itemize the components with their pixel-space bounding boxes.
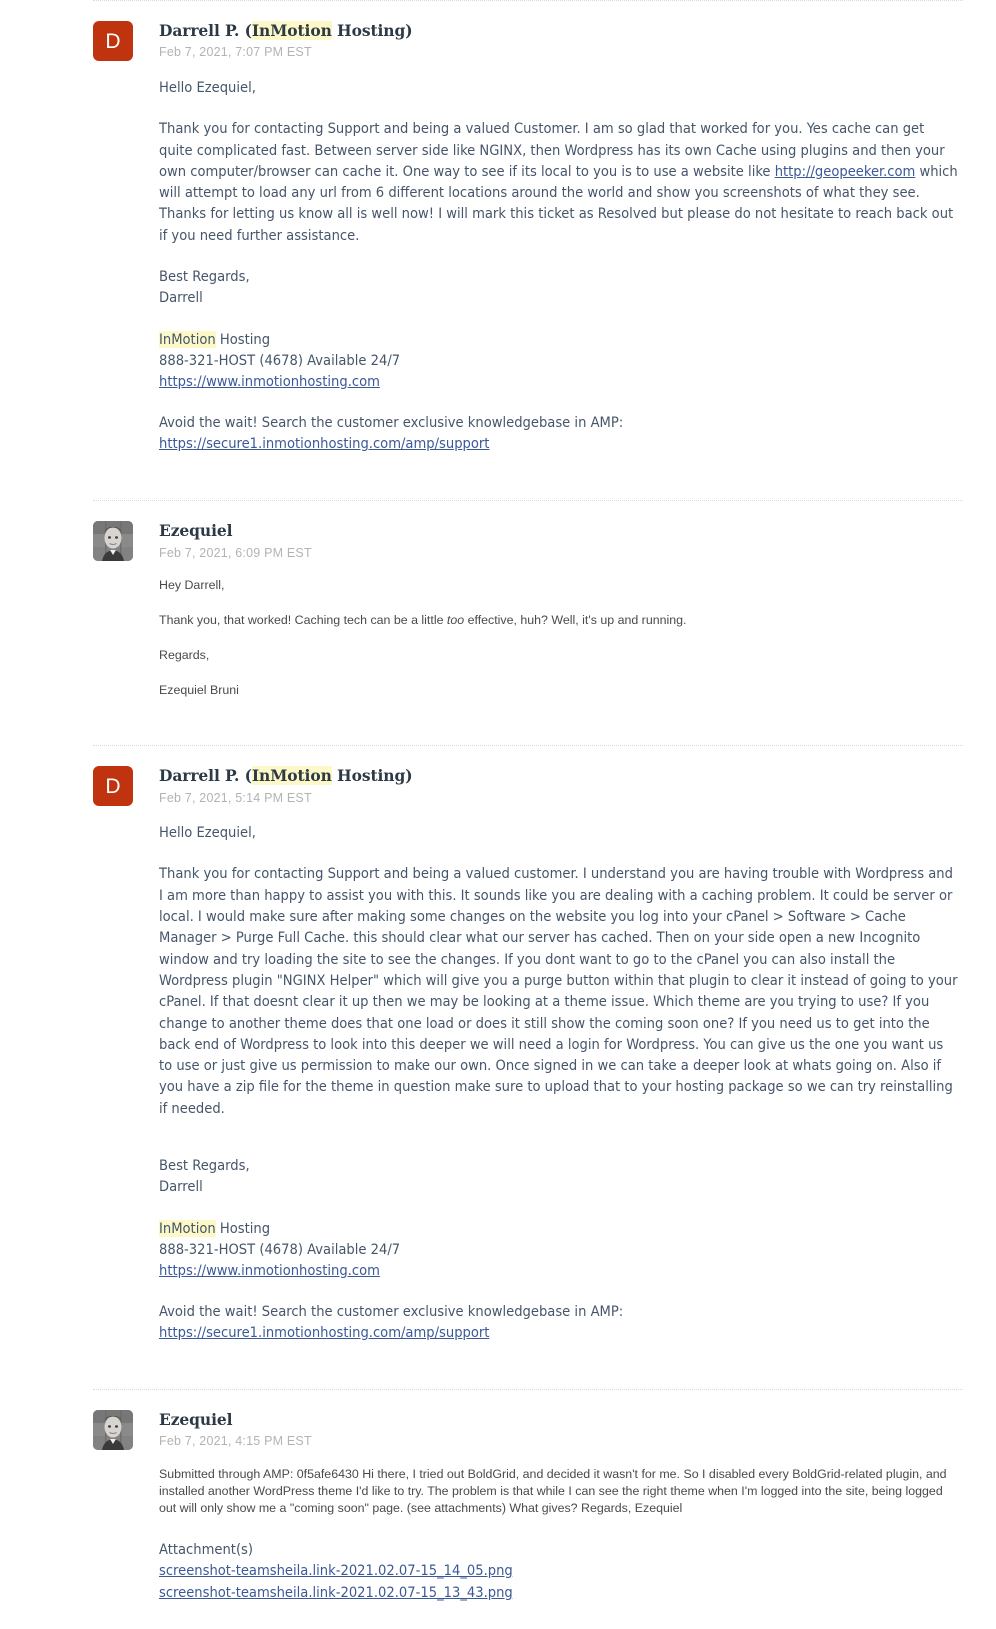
message-closing: Regards, [159,648,210,663]
paragraph-text-part-2: effective, huh? Well, it's up and runnin… [464,613,687,628]
amp-text: Avoid the wait! Search the customer excl… [159,1302,624,1320]
geopeeker-link[interactable]: http://geopeeker.com [775,163,916,180]
message-header: Ezequiel Feb 7, 2021, 4:15 PM EST [93,1390,960,1451]
message-paragraph: Thank you, that worked! Caching tech can… [159,612,959,629]
message-paragraph: Thank you for contacting Support and bei… [159,118,959,246]
message-darrell-1: D Darrell P. (InMotion Hosting) Feb 7, 2… [0,1,996,500]
message-body: Hey Darrell, Thank you, that worked! Cac… [93,561,960,703]
message-timestamp: Feb 7, 2021, 5:14 PM EST [159,790,312,805]
message-paragraph: Submitted through AMP: 0f5afe6430 Hi the… [159,1467,947,1516]
avatar-initial-letter: D [105,774,121,798]
author-name-highlight: InMotion [251,766,332,786]
company-phone: 888-321-HOST (4678) Available 24/7 [159,1240,401,1258]
attachments-label: Attachment(s) [159,1541,254,1559]
company-block: InMotion Hosting 888-321-HOST (4678) Ava… [159,1218,959,1282]
signature-name: Darrell [159,289,203,307]
message-signature-name: Ezequiel Bruni [159,683,239,698]
avatar-initial-darrell: D [93,21,133,61]
author-name-suffix: Hosting) [331,21,413,40]
message-body: Hello Ezequiel, Thank you for contacting… [93,61,960,458]
company-name-rest: Hosting [215,330,271,348]
paragraph-text-part-1: Thank you, that worked! Caching tech can… [159,613,447,628]
paragraph-emphasis: too [446,613,465,628]
message-author-name: Darrell P. (InMotion Hosting) [159,21,413,40]
message-author-name: Ezequiel [159,1410,233,1430]
message-body: Submitted through AMP: 0f5afe6430 Hi the… [93,1450,960,1607]
avatar-photo-ezequiel [93,521,133,562]
message-header: Ezequiel Feb 7, 2021, 6:09 PM EST [93,501,960,562]
avatar-photo-ezequiel [93,1410,133,1451]
amp-support-link[interactable]: https://secure1.inmotionhosting.com/amp/… [159,1324,489,1341]
message-timestamp: Feb 7, 2021, 6:09 PM EST [159,545,312,560]
signature-block: Best Regards, Darrell [159,1155,959,1198]
message-author-name: Darrell P. (InMotion Hosting) [159,766,413,786]
message-ezequiel-1: Ezequiel Feb 7, 2021, 6:09 PM EST Hey Da… [0,501,996,745]
avatar-initial-darrell: D [93,766,133,807]
amp-block: Avoid the wait! Search the customer excl… [159,1301,959,1344]
message-paragraph: Thank you for contacting Support and bei… [159,865,958,1117]
company-phone: 888-321-HOST (4678) Available 24/7 [159,351,401,369]
message-author-block: Ezequiel Feb 7, 2021, 4:15 PM EST [159,1410,312,1448]
message-header: D Darrell P. (InMotion Hosting) Feb 7, 2… [93,1,960,61]
amp-block: Avoid the wait! Search the customer excl… [159,412,959,455]
signature-closing: Best Regards, [159,1157,250,1175]
message-timestamp: Feb 7, 2021, 4:15 PM EST [159,1434,312,1449]
message-author-block: Darrell P. (InMotion Hosting) Feb 7, 202… [159,766,413,805]
signature-block: Best Regards, Darrell [159,266,959,309]
message-header: D Darrell P. (InMotion Hosting) Feb 7, 2… [93,746,960,807]
message-greeting: Hello Ezequiel, [159,824,256,842]
message-body: Hello Ezequiel, Thank you for contacting… [93,806,960,1347]
message-author-name: Ezequiel [159,521,233,541]
company-name: InMotion Hosting [159,1218,959,1239]
amp-text: Avoid the wait! Search the customer excl… [159,413,624,431]
company-website-link[interactable]: https://www.inmotionhosting.com [159,1262,380,1279]
message-ezequiel-2: Ezequiel Feb 7, 2021, 4:15 PM EST Submit… [0,1390,996,1629]
author-name-highlight: InMotion [251,21,332,40]
company-block: InMotion Hosting 888-321-HOST (4678) Ava… [159,329,959,393]
author-name-prefix: Darrell P. ( [159,766,252,786]
attachments-list: screenshot-teamsheila.link-2021.02.07-15… [159,1560,960,1603]
company-name-highlight: InMotion [159,330,216,348]
author-name-prefix: Darrell P. ( [159,21,252,40]
company-website-link[interactable]: https://www.inmotionhosting.com [159,373,380,390]
message-greeting: Hey Darrell, [159,578,225,593]
company-name: InMotion Hosting [159,329,959,350]
message-darrell-2: D Darrell P. (InMotion Hosting) Feb 7, 2… [0,746,996,1389]
company-name-rest: Hosting [215,1219,271,1237]
amp-support-link[interactable]: https://secure1.inmotionhosting.com/amp/… [159,435,489,452]
avatar-initial-letter: D [105,29,121,53]
message-timestamp: Feb 7, 2021, 7:07 PM EST [159,45,312,60]
signature-closing: Best Regards, [159,268,250,286]
author-name-suffix: Hosting) [331,766,413,786]
signature-name: Darrell [159,1178,203,1196]
company-name-highlight: InMotion [159,1219,216,1237]
ticket-conversation-thread: D Darrell P. (InMotion Hosting) Feb 7, 2… [0,0,996,1629]
message-author-block: Ezequiel Feb 7, 2021, 6:09 PM EST [159,521,312,559]
attachment-link[interactable]: screenshot-teamsheila.link-2021.02.07-15… [159,1560,960,1581]
message-author-block: Darrell P. (InMotion Hosting) Feb 7, 202… [159,21,413,60]
message-greeting: Hello Ezequiel, [159,79,256,96]
